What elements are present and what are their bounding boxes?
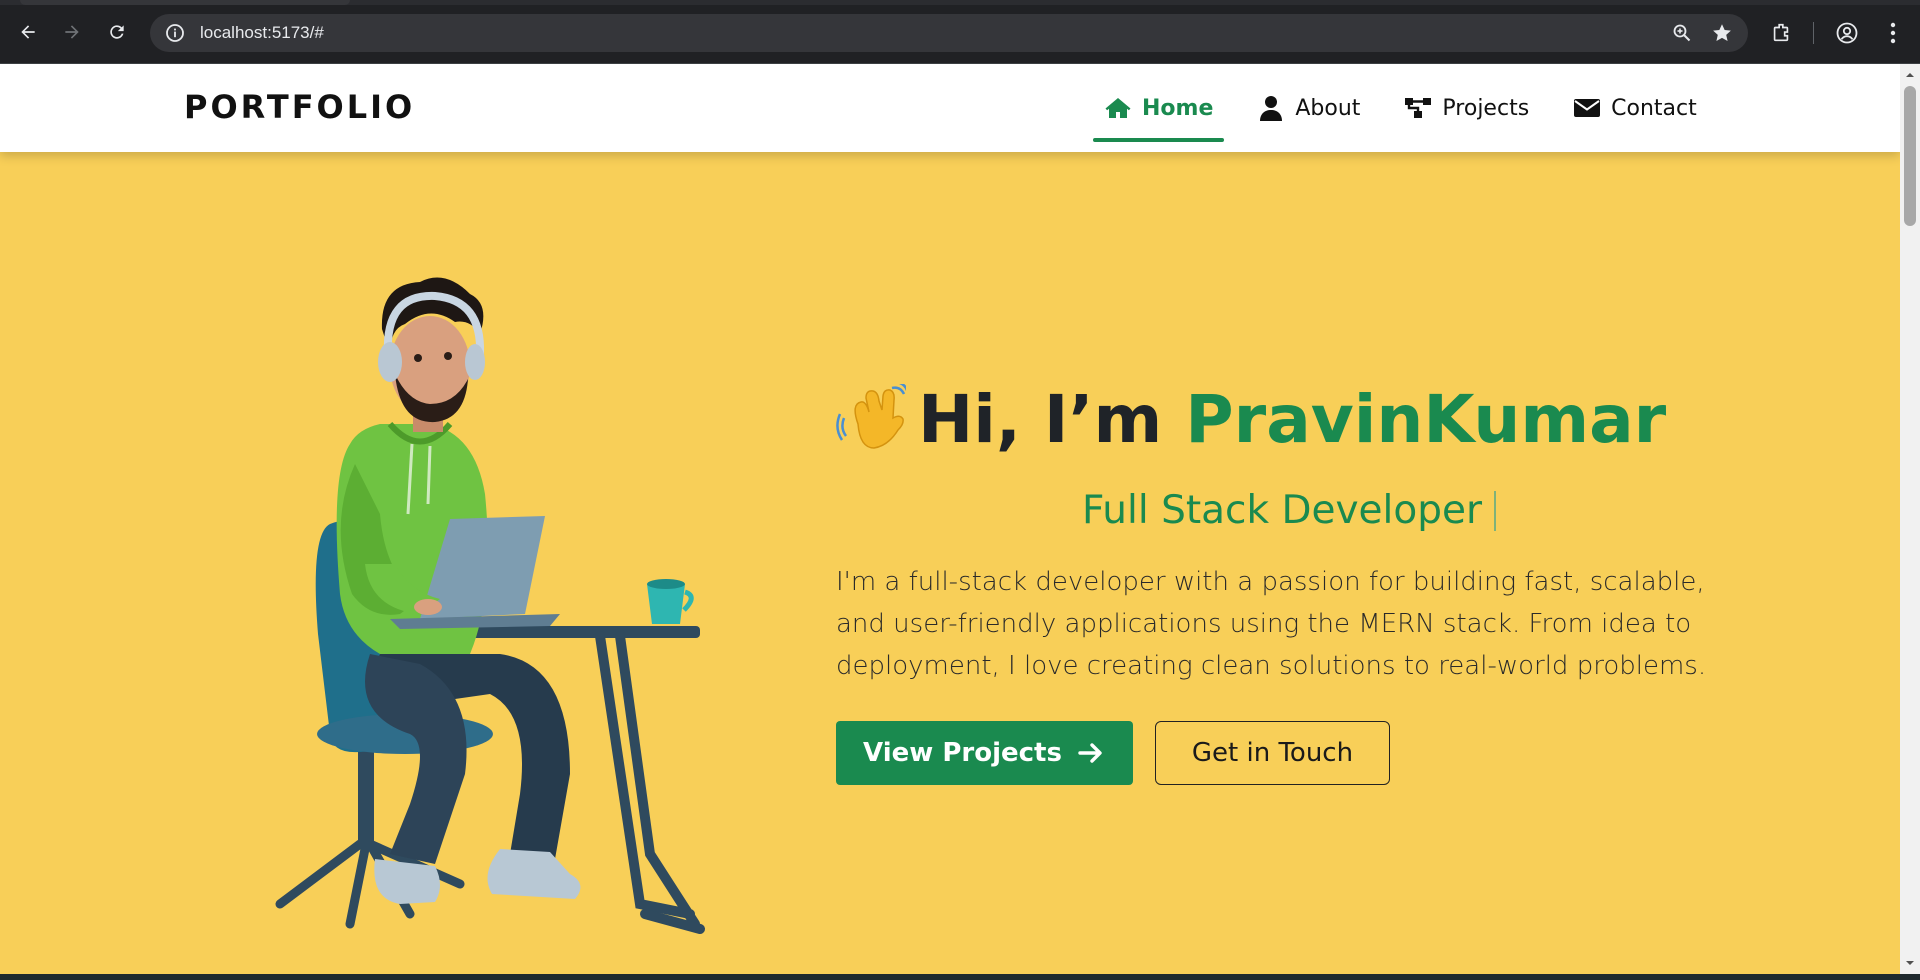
site-navbar: PORTFOLIO Home About Projects Contact: [0, 64, 1900, 152]
profile-icon[interactable]: [1834, 20, 1860, 46]
url-text[interactable]: localhost:5173/#: [200, 23, 324, 43]
waving-hand-icon: [836, 384, 906, 449]
nav-link-home[interactable]: Home: [1093, 64, 1225, 152]
zoom-icon[interactable]: [1670, 21, 1694, 45]
cta-row: View Projects Get in Touch: [836, 721, 1736, 785]
arrow-right-icon: [1078, 739, 1106, 767]
site-info-icon[interactable]: [164, 22, 186, 44]
address-bar[interactable]: localhost:5173/#: [150, 14, 1748, 52]
extensions-icon[interactable]: [1768, 20, 1794, 46]
hero-section: Hi, I’m PravinKumar Full Stack Developer…: [836, 374, 1736, 785]
forward-icon[interactable]: [58, 18, 86, 46]
nav-link-projects[interactable]: Projects: [1393, 64, 1540, 152]
developer-illustration: [275, 277, 705, 934]
nav-link-label: Home: [1142, 95, 1214, 121]
hero-role: Full Stack Developer: [1082, 488, 1736, 533]
bookmark-star-icon[interactable]: [1710, 21, 1734, 45]
legs: [365, 654, 581, 904]
typing-cursor: [1494, 490, 1497, 531]
nav-links: Home About Projects Contact: [1093, 64, 1730, 152]
scroll-down-icon[interactable]: [1905, 958, 1915, 968]
menu-icon[interactable]: [1880, 20, 1906, 46]
get-in-touch-button[interactable]: Get in Touch: [1155, 721, 1390, 785]
tab-strip: [0, 0, 1920, 5]
active-tab-edge[interactable]: [20, 0, 350, 5]
browser-toolbar: localhost:5173/#: [0, 0, 1920, 64]
sitemap-icon: [1404, 95, 1432, 121]
role-text: Full Stack Developer: [1082, 488, 1483, 533]
mug: [647, 579, 694, 624]
hero-name: PravinKumar: [1185, 380, 1667, 458]
view-projects-label: View Projects: [863, 738, 1062, 768]
page-viewport: PORTFOLIO Home About Projects Contact Hi…: [0, 64, 1900, 974]
user-icon: [1257, 95, 1285, 121]
nav-link-label: Projects: [1442, 95, 1530, 121]
hero-bio: I'm a full-stack developer with a passio…: [836, 567, 1707, 681]
window-bottom-edge: [0, 974, 1920, 980]
site-logo[interactable]: PORTFOLIO: [184, 88, 415, 126]
back-icon[interactable]: [14, 18, 42, 46]
hero-heading: Hi, I’m PravinKumar: [918, 381, 1666, 458]
reload-icon[interactable]: [103, 18, 131, 46]
nav-link-label: Contact: [1611, 95, 1697, 121]
toolbar-divider: [1813, 22, 1814, 44]
nav-link-label: About: [1295, 95, 1361, 121]
nav-link-about[interactable]: About: [1246, 64, 1371, 152]
envelope-icon: [1573, 95, 1601, 121]
greeting-prefix: Hi, I’m: [918, 380, 1163, 458]
head: [378, 277, 485, 432]
view-projects-button[interactable]: View Projects: [836, 721, 1133, 785]
page-scrollbar[interactable]: [1900, 64, 1920, 974]
scroll-up-icon[interactable]: [1905, 70, 1915, 80]
home-icon: [1104, 95, 1132, 121]
nav-link-contact[interactable]: Contact: [1562, 64, 1708, 152]
scrollbar-thumb[interactable]: [1904, 86, 1916, 226]
